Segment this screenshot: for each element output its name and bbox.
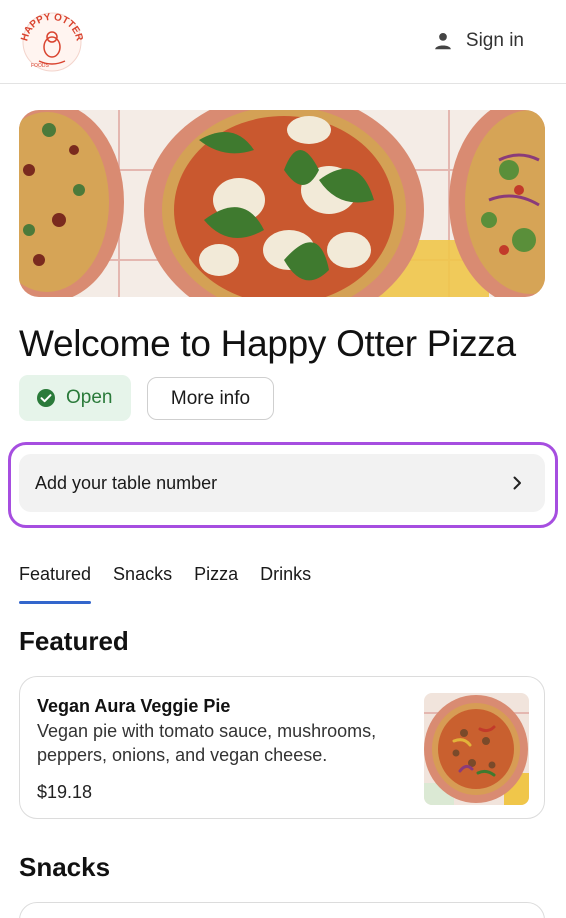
menu-item-description: Vegan pie with tomato sauce, mushrooms, …	[37, 721, 377, 765]
menu-category-tabs: Featured Snacks Pizza Drinks	[19, 564, 311, 604]
menu-item-card[interactable]: Vegan Aura Veggie Pie Vegan pie with tom…	[19, 676, 545, 819]
check-circle-icon	[37, 389, 55, 407]
featured-section-title: Featured	[19, 626, 129, 656]
tab-featured[interactable]: Featured	[19, 564, 92, 604]
menu-item-name: Vegan Aura Veggie Pie	[37, 696, 231, 716]
status-label: Open	[66, 387, 113, 408]
status-badge: Open	[19, 375, 131, 421]
page-title: Welcome to Happy Otter Pizza	[19, 323, 516, 364]
app-header: HAPPY OTTER FOODS Sign in	[0, 0, 566, 84]
tab-snacks[interactable]: Snacks	[113, 564, 172, 604]
hero-pizza-image	[19, 110, 545, 297]
person-icon	[435, 33, 451, 50]
tab-drinks[interactable]: Drinks	[260, 564, 311, 604]
svg-text:FOODS: FOODS	[31, 63, 49, 69]
sign-in-label: Sign in	[465, 30, 524, 51]
more-info-button[interactable]: More info	[147, 377, 274, 420]
snacks-section-title: Snacks	[19, 852, 111, 882]
sign-in-button[interactable]: Sign in	[432, 28, 524, 54]
brand-logo[interactable]: HAPPY OTTER FOODS	[17, 11, 87, 73]
table-number-label: Add your table number	[35, 472, 218, 493]
menu-item-card[interactable]	[19, 902, 545, 918]
chevron-right-icon	[513, 476, 521, 490]
tab-pizza[interactable]: Pizza	[194, 564, 238, 604]
menu-item-price: $19.18	[37, 782, 93, 802]
menu-item-image	[424, 693, 529, 805]
add-table-number-button[interactable]: Add your table number	[19, 454, 545, 512]
